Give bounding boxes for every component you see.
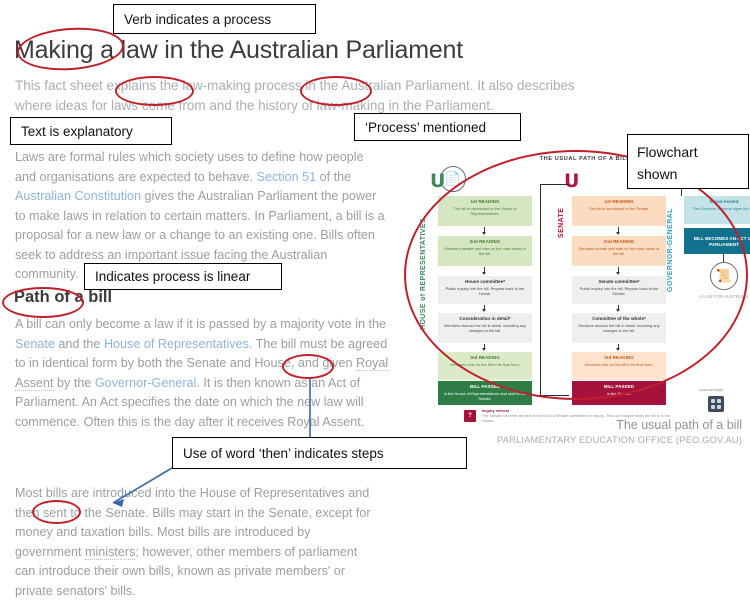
callout-use-of-word-then: Use of word ‘then’ indicates steps — [172, 437, 467, 469]
callout-text-is-explanatory: Text is explanatory — [10, 117, 172, 145]
callout-verb-indicates-process: Verb indicates a process — [113, 4, 316, 34]
callout-text: Use of word ‘then’ indicates steps — [183, 445, 384, 461]
callout-text: ‘Process’ mentioned — [365, 119, 487, 135]
callout-flowchart-shown: Flowchart shown — [627, 134, 749, 189]
callout-text: Text is explanatory — [21, 123, 133, 139]
callout-text: Verb indicates a process — [124, 11, 272, 27]
leader-line — [112, 378, 311, 507]
screenshot-canvas: Making a law in the Australian Parliamen… — [0, 0, 750, 601]
callout-text: Flowchart shown — [637, 144, 698, 182]
callout-text: Indicates process is linear — [95, 269, 251, 284]
callout-process-mentioned: ‘Process’ mentioned — [354, 113, 521, 141]
callout-indicates-process-is-linear: Indicates process is linear — [84, 263, 282, 290]
